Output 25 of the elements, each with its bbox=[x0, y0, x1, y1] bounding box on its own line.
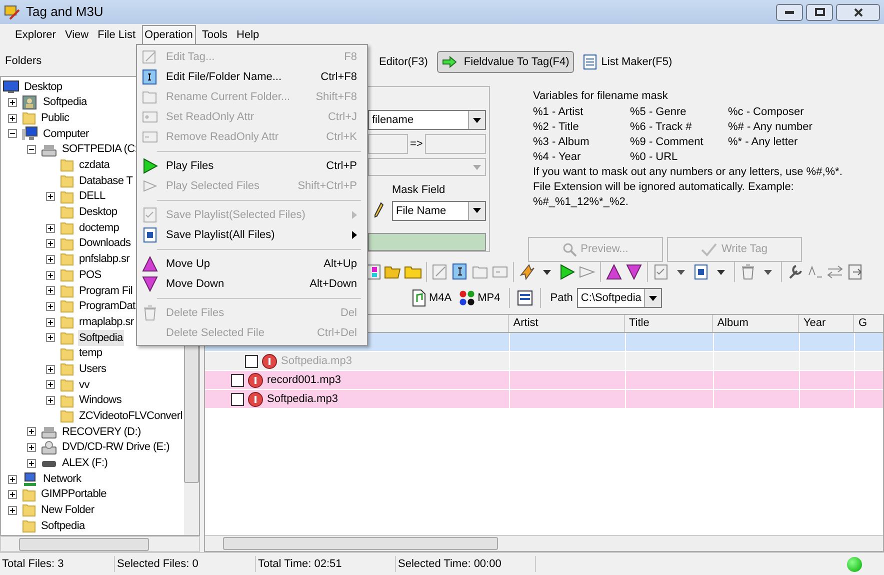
status-field: Total Time: 02:51 bbox=[256, 556, 396, 572]
status-field: Selected Files: 0 bbox=[115, 556, 256, 572]
window-title: Tag and M3U bbox=[26, 3, 104, 22]
path-label: Path bbox=[550, 290, 573, 306]
variable-entry: %4 - Year bbox=[533, 150, 582, 165]
arrow-label: => bbox=[410, 136, 423, 152]
status-field: Selected Time: 00:00 bbox=[396, 556, 536, 572]
variable-entry: %c - Composer bbox=[728, 105, 805, 120]
panel-title: Folders bbox=[5, 54, 42, 69]
variables-title: Variables for filename mask bbox=[533, 89, 669, 104]
variable-entry: %1 - Artist bbox=[533, 105, 584, 120]
status-field: Total Files: 3 bbox=[0, 556, 115, 572]
variable-entry: %* - Any letter bbox=[728, 135, 799, 150]
file-name: Softpedia.mp3 bbox=[267, 392, 338, 407]
variable-entry: %# - Any number bbox=[728, 120, 814, 135]
variable-entry: %9 - Comment bbox=[630, 135, 704, 150]
variable-entry: %0 - URL bbox=[630, 150, 679, 165]
field-label: Mask Field bbox=[392, 183, 446, 198]
variable-entry: %6 - Track # bbox=[630, 120, 693, 135]
variables-note: If you want to mask out any numbers or any letters, use %#,%*. File Extension will be ignored automatically. Example: %#_%1_12%*_%2. bbox=[533, 165, 844, 210]
file-name: Softpedia.mp3 bbox=[281, 354, 352, 369]
variable-entry: %2 - Title bbox=[533, 120, 580, 135]
variable-entry: %5 - Genre bbox=[630, 105, 688, 120]
variable-entry: %3 - Album bbox=[533, 135, 590, 150]
file-name: record001.mp3 bbox=[267, 372, 341, 388]
